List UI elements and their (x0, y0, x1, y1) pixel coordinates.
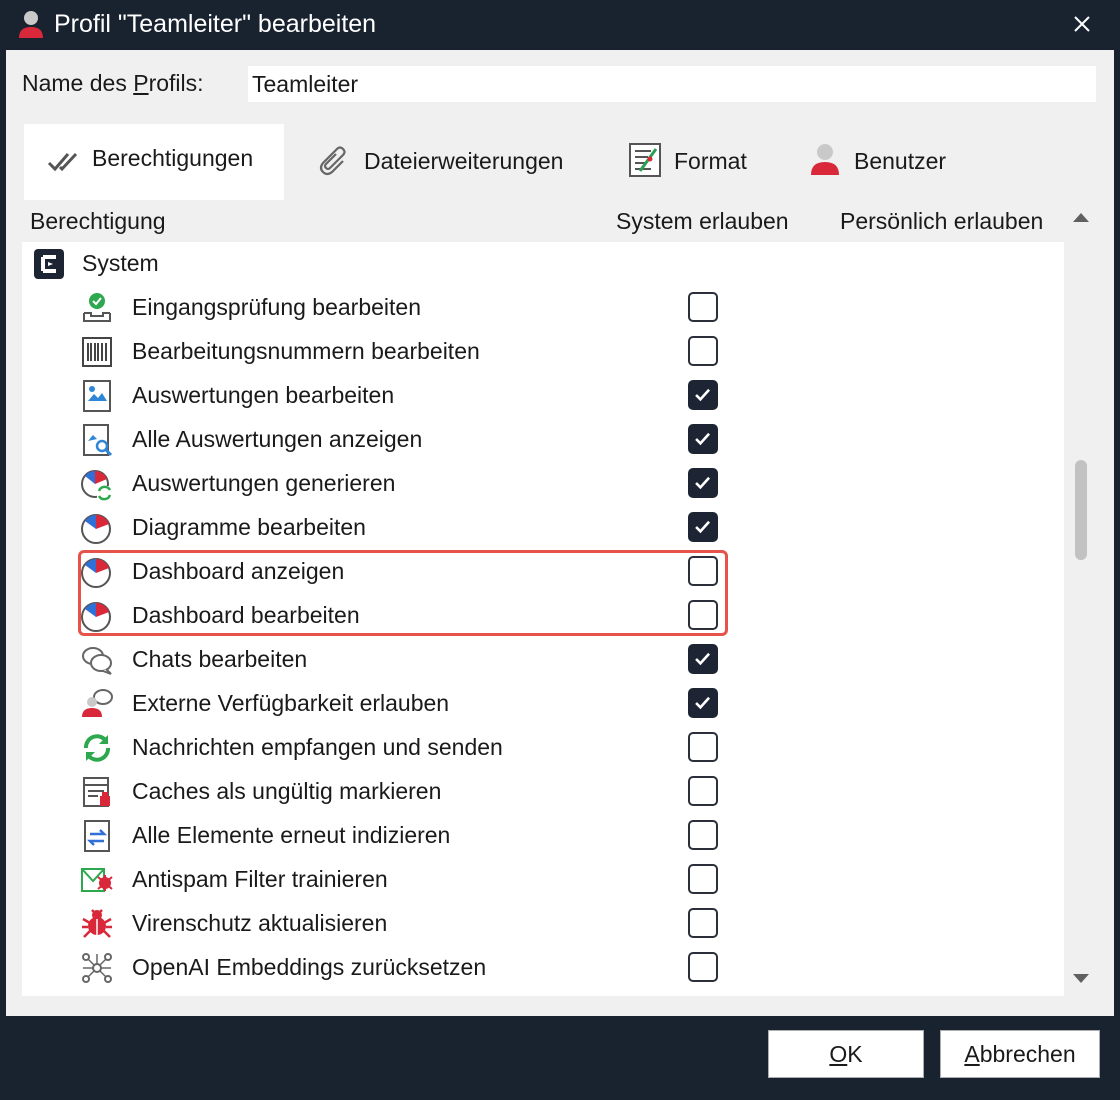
profile-name-label: Name des Profils: (22, 70, 204, 96)
system-allow-checkbox[interactable] (688, 336, 718, 366)
list-header: Berechtigung System erlauben Persönlich … (22, 200, 1064, 242)
chat-bubbles-icon (82, 647, 112, 675)
system-allow-checkbox[interactable] (688, 380, 718, 410)
system-allow-checkbox[interactable] (688, 644, 718, 674)
permission-row[interactable]: Chats bearbeiten (22, 638, 1064, 682)
report-image-icon (83, 380, 111, 412)
checkmarks-icon (47, 152, 78, 172)
permission-label: Auswertungen bearbeiten (132, 382, 395, 408)
tab-format[interactable]: Format (610, 124, 770, 200)
tab-label: Benutzer (854, 148, 947, 174)
column-header-system[interactable]: System erlauben (616, 208, 789, 235)
permission-row[interactable]: Auswertungen bearbeiten (22, 374, 1064, 418)
permission-label: Antispam Filter trainieren (132, 866, 388, 892)
barcode-icon (82, 337, 112, 367)
tab-label: Format (674, 148, 747, 174)
permission-row[interactable]: Diagramme bearbeiten (22, 506, 1064, 550)
virus-icon (82, 909, 112, 938)
permission-label: OpenAI Embeddings zurücksetzen (132, 954, 487, 980)
system-allow-checkbox[interactable] (688, 908, 718, 938)
reindex-icon (84, 820, 110, 852)
column-header-berechtigung[interactable]: Berechtigung (30, 208, 166, 235)
window-title: Profil "Teamleiter" bearbeiten (54, 10, 377, 38)
permission-label: Auswertungen generieren (132, 470, 396, 496)
pie-refresh-icon (81, 470, 112, 501)
inbox-check-icon (83, 293, 111, 322)
permission-row[interactable]: Alle Auswertungen anzeigen (22, 418, 1064, 462)
system-allow-checkbox[interactable] (688, 688, 718, 718)
user-profile-icon (19, 11, 43, 38)
cancel-button[interactable]: Abbrechen (940, 1030, 1100, 1078)
paperclip-icon (319, 146, 346, 176)
system-allow-checkbox[interactable] (688, 468, 718, 498)
system-allow-checkbox[interactable] (688, 952, 718, 982)
permission-row[interactable]: Alle Elemente erneut indizieren (22, 814, 1064, 858)
system-allow-checkbox[interactable] (688, 776, 718, 806)
permission-label: Chats bearbeiten (132, 646, 308, 672)
group-label: System (82, 250, 159, 276)
column-header-personal[interactable]: Persönlich erlauben (840, 208, 1043, 235)
permission-row[interactable]: OpenAI Embeddings zurücksetzen (22, 946, 1064, 990)
network-nodes-icon (82, 953, 112, 983)
ok-button[interactable]: OK (768, 1030, 924, 1078)
close-icon (1074, 16, 1090, 32)
tab-benutzer[interactable]: Benutzer (790, 124, 970, 200)
permission-label: Virenschutz aktualisieren (132, 910, 388, 936)
permission-row[interactable]: Auswertungen generieren (22, 462, 1064, 506)
permission-label: Bearbeitungsnummern bearbeiten (132, 338, 480, 364)
permission-label: Alle Elemente erneut indizieren (132, 822, 451, 848)
permission-label: Eingangsprüfung bearbeiten (132, 294, 422, 320)
scroll-up-arrow-icon[interactable] (1072, 210, 1090, 224)
permission-label: Caches als ungültig markieren (132, 778, 442, 804)
close-button[interactable] (1062, 6, 1102, 44)
external-users-icon (82, 689, 113, 717)
profile-name-input[interactable] (248, 66, 1096, 102)
title-bar: Profil "Teamleiter" bearbeiten (0, 0, 1120, 50)
system-allow-checkbox[interactable] (688, 820, 718, 850)
pie-chart-icon (81, 514, 111, 544)
permission-row[interactable]: Externe Verfügbarkeit erlauben (22, 682, 1064, 726)
system-allow-checkbox[interactable] (688, 864, 718, 894)
permission-label: Alle Auswertungen anzeigen (132, 426, 423, 452)
cache-invalidate-icon (83, 777, 110, 807)
tab-berechtigungen[interactable]: Berechtigungen (24, 124, 284, 200)
tab-label: Berechtigungen (92, 145, 254, 171)
permission-label: Diagramme bearbeiten (132, 514, 366, 540)
format-icon (629, 143, 661, 177)
antispam-icon (81, 868, 113, 892)
scroll-down-arrow-icon[interactable] (1072, 972, 1090, 986)
permission-row[interactable]: Antispam Filter trainieren (22, 858, 1064, 902)
user-icon (811, 144, 839, 175)
system-allow-checkbox[interactable] (688, 292, 718, 322)
tab-dateierweiterungen[interactable]: Dateierweiterungen (298, 124, 588, 200)
permission-row[interactable]: Caches als ungültig markieren (22, 770, 1064, 814)
group-row-system[interactable]: System (22, 242, 1064, 286)
system-allow-checkbox[interactable] (688, 424, 718, 454)
system-allow-checkbox[interactable] (688, 732, 718, 762)
permission-label: Nachrichten empfangen und senden (132, 734, 503, 760)
permission-row[interactable]: Eingangsprüfung bearbeiten (22, 286, 1064, 330)
permission-label: Externe Verfügbarkeit erlauben (132, 690, 450, 716)
sync-arrows-icon (84, 734, 110, 762)
vertical-scrollbar[interactable] (1064, 200, 1098, 996)
permission-row[interactable]: Nachrichten empfangen und senden (22, 726, 1064, 770)
dashboard-rows-highlight (78, 550, 728, 636)
permission-row[interactable]: Bearbeitungsnummern bearbeiten (22, 330, 1064, 374)
permission-row[interactable]: Virenschutz aktualisieren (22, 902, 1064, 946)
system-allow-checkbox[interactable] (688, 512, 718, 542)
scrollbar-thumb[interactable] (1075, 460, 1087, 560)
system-app-icon (34, 249, 64, 279)
tab-label: Dateierweiterungen (364, 148, 564, 174)
report-search-icon (83, 424, 113, 457)
